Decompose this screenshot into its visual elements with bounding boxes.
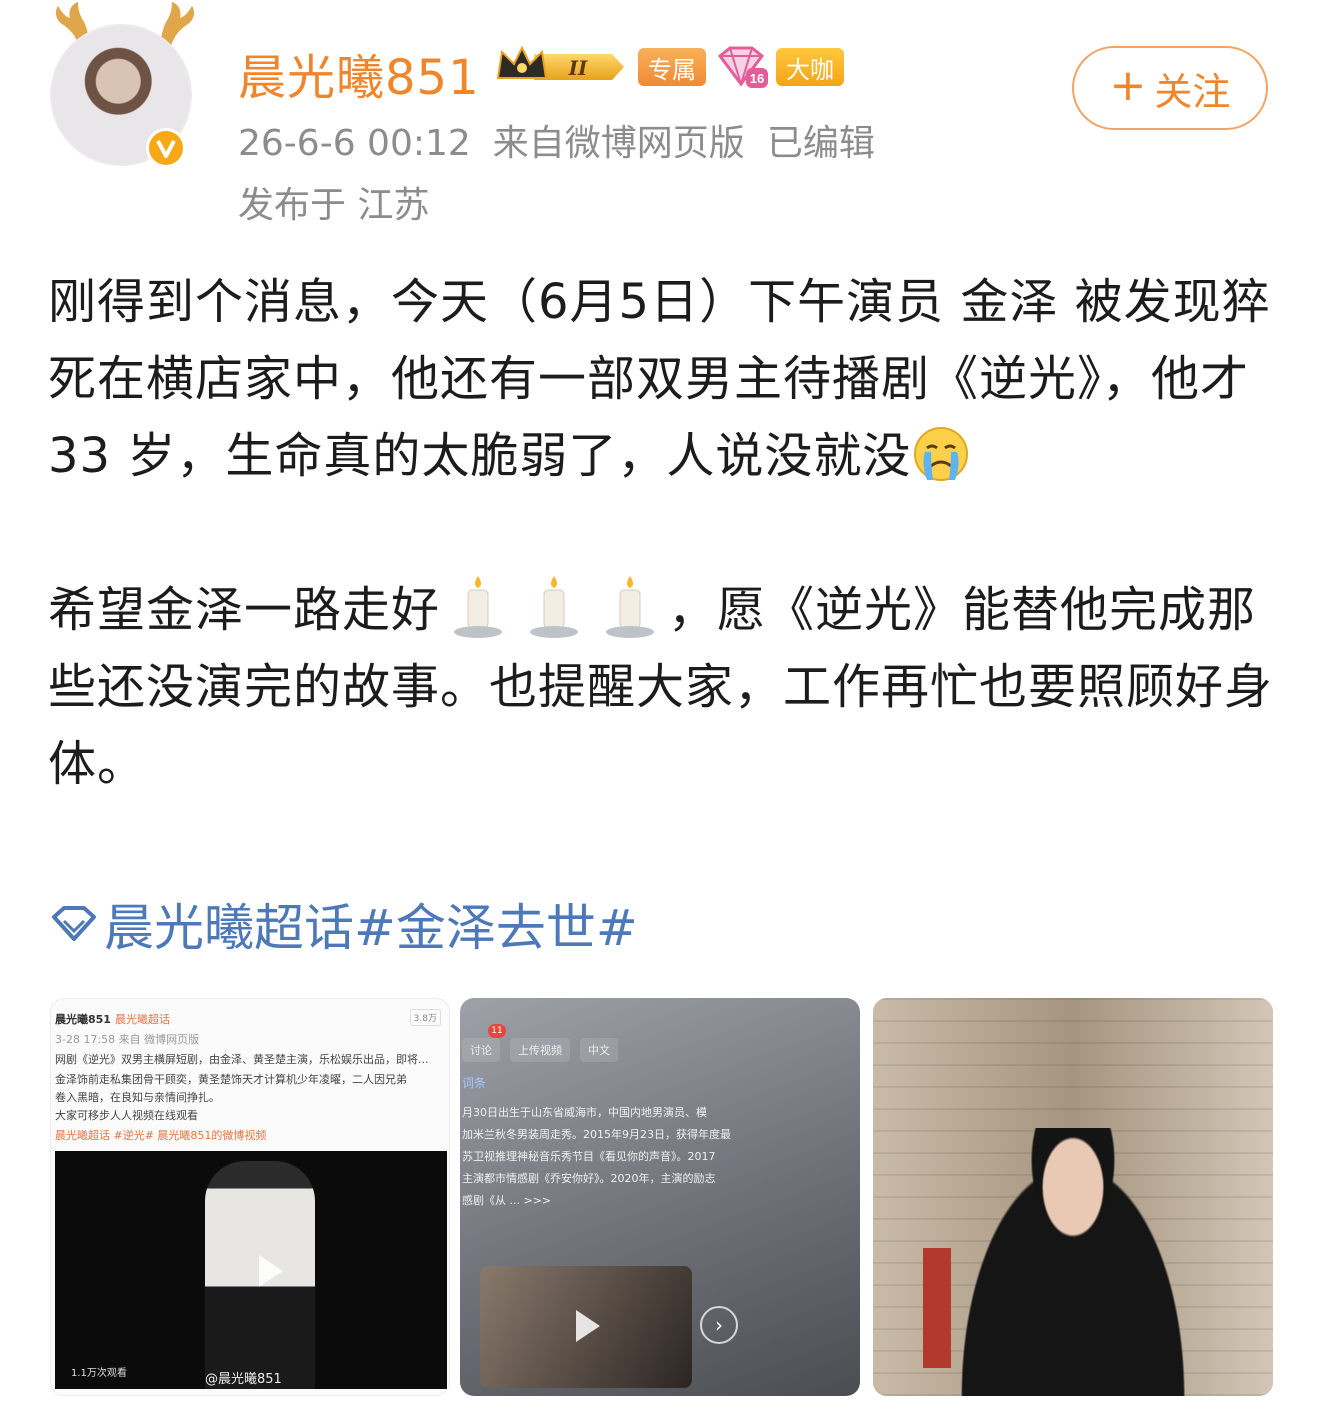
tag-vip[interactable]: 大咖 — [776, 48, 844, 86]
img2-tabs: 讨论 上传视频 中文 — [460, 1038, 618, 1062]
tag-exclusive[interactable]: 专属 — [638, 48, 706, 86]
img1-line-3: 卷入黑暗，在良知与亲情间挣扎。 — [55, 1091, 220, 1104]
candle-icon — [606, 576, 655, 638]
img2-line-5: 感剧《从 ... >>> — [462, 1194, 552, 1207]
play-icon — [259, 1255, 283, 1287]
post-source: 来自微博网页版 — [492, 123, 745, 164]
img1-time: 3-28 17:58 来自 微博网页版 — [55, 1033, 200, 1046]
img1-supertopic: 晨光曦超话 — [114, 1013, 170, 1026]
img1-play-count: 1.1万次观看 — [71, 1368, 127, 1379]
level-badge-text: II — [568, 56, 588, 80]
img2-line-4: 主演都市情感剧《乔安你好》。2020年，主演的励志 — [462, 1172, 716, 1185]
img1-video-frame: 1.1万次观看 @晨光曦851 — [55, 1151, 447, 1389]
crown-level-badge-icon: II — [496, 45, 624, 80]
post-paragraph-2: 希望金泽一路走好 ，愿《逆光》能替他完成那些还没演完的故事。也提醒大家，工作再忙… — [48, 572, 1278, 803]
post-image-2[interactable]: 11 讨论 上传视频 中文 词条 月30日出生于山东省威海市，中国内地男演员、模… — [460, 998, 860, 1396]
img2-tab-discussion: 讨论 — [462, 1038, 500, 1062]
img2-line-1: 月30日出生于山东省威海市，中国内地男演员、模 — [462, 1106, 707, 1119]
verified-v-icon — [146, 128, 186, 168]
supertopic-link[interactable]: 晨光曦超话 — [104, 888, 354, 960]
img2-tab-upload: 上传视频 — [510, 1038, 570, 1062]
img3-person — [943, 1128, 1203, 1396]
post-image-1[interactable]: 晨光曦851 晨光曦超话 3.8万 3-28 17:58 来自 微博网页版 网剧《… — [50, 998, 450, 1396]
follow-button[interactable]: + 关注 — [1072, 46, 1268, 130]
img2-badge: 11 — [488, 1024, 506, 1038]
img1-user: 晨光曦851 — [55, 1013, 111, 1026]
hashtag-link[interactable]: #金泽去世# — [354, 888, 638, 960]
avatar-container[interactable] — [44, 0, 204, 185]
img1-header: 晨光曦851 晨光曦超话 — [55, 1011, 170, 1027]
diamond-level-text: 16 — [750, 71, 764, 86]
post-location: 发布于 江苏 — [238, 185, 430, 226]
candle-icon — [454, 576, 503, 638]
img2-next-icon: › — [700, 1306, 738, 1344]
img1-tags: 晨光曦超话 #逆光# 晨光曦851的微博视频 — [55, 1129, 267, 1142]
crying-face-emoji-icon — [914, 427, 969, 481]
img2-line-3: 苏卫视推理神秘音乐秀节目《看见你的声音》。2017 — [462, 1150, 716, 1163]
post-timestamp[interactable]: 26-6-6 00:12 — [238, 123, 471, 164]
img1-views-badge: 3.8万 — [409, 1009, 441, 1026]
supertopic-diamond-icon — [52, 906, 96, 941]
edited-label[interactable]: 已编辑 — [767, 123, 875, 164]
paragraph-1-text: 刚得到个消息，今天（6月5日）下午演员 金泽 被发现猝死在横店家中，他还有一部双… — [48, 274, 1271, 484]
img2-tab-chinese: 中文 — [580, 1038, 618, 1062]
username[interactable]: 晨光曦851 — [238, 38, 480, 108]
img2-video-thumb — [480, 1266, 692, 1388]
img1-line-2: 金泽饰前走私集团骨干顾奕，黄圣楚饰天才计算机少年凌曜，二人因兄弟 — [55, 1073, 407, 1086]
img2-line-2: 加米兰秋冬男装周走秀。2015年9月23日，获得年度最 — [462, 1128, 731, 1141]
post-text: 刚得到个消息，今天（6月5日）下午演员 金泽 被发现猝死在横店家中，他还有一部双… — [48, 264, 1278, 803]
follow-label: 关注 — [1154, 69, 1231, 114]
play-icon — [576, 1310, 600, 1342]
img1-line-1: 网剧《逆光》双男主横屏短剧，由金泽、黄圣楚主演，乐松娱乐出品，即将... — [55, 1053, 429, 1066]
plus-icon: + — [1109, 60, 1147, 111]
img2-section: 词条 — [462, 1076, 487, 1090]
topic-links: 晨光曦超话 #金泽去世# — [50, 888, 638, 960]
post-meta: 26-6-6 00:12 来自微博网页版 已编辑 — [238, 114, 897, 166]
post-image-3[interactable] — [873, 998, 1273, 1396]
post-paragraph-1: 刚得到个消息，今天（6月5日）下午演员 金泽 被发现猝死在横店家中，他还有一部双… — [48, 264, 1278, 495]
diamond-badge-icon: 16 — [717, 46, 768, 88]
img1-watermark: @晨光曦851 — [205, 1372, 282, 1387]
candle-icon — [530, 576, 579, 638]
paragraph-2-before: 希望金泽一路走好 — [48, 582, 441, 638]
img1-line-4: 大家可移步人人视频在线观看 — [55, 1109, 198, 1122]
